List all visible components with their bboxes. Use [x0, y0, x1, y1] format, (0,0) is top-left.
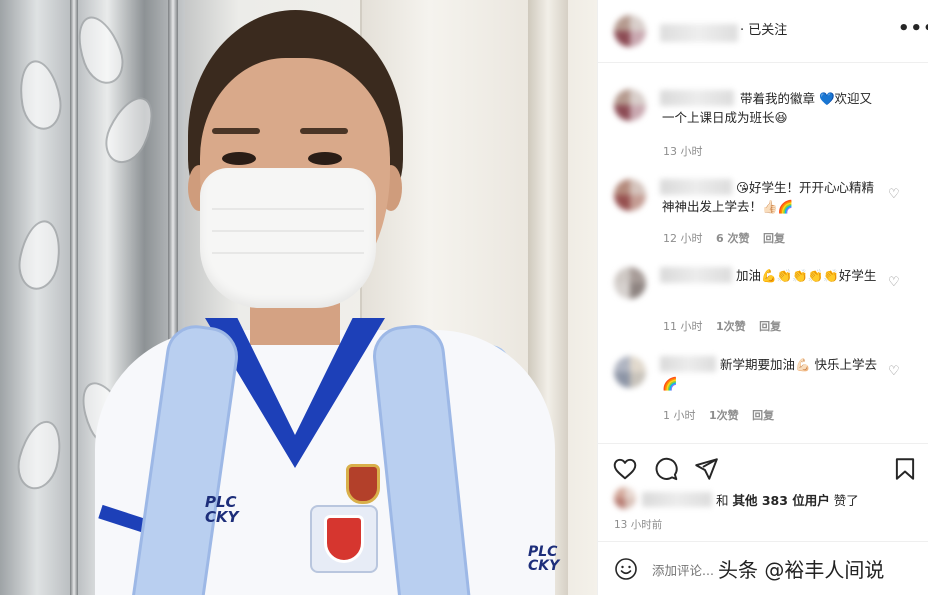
jersey-text-right: PLC CKY: [528, 544, 560, 574]
ellipsis-icon[interactable]: •••: [898, 18, 928, 39]
eye: [222, 152, 256, 165]
comment-icon[interactable]: [653, 456, 679, 482]
face-mask: [200, 168, 376, 308]
username-blurred[interactable]: [660, 24, 738, 42]
reply-button[interactable]: 回复: [763, 232, 785, 245]
comment-likes[interactable]: 1次赞: [716, 320, 746, 333]
comment-time: 11 小时: [663, 320, 703, 333]
eyebrow: [212, 128, 260, 134]
heart-icon[interactable]: ♡: [888, 276, 902, 290]
likes-conj: 和: [716, 493, 729, 508]
caption: 带着我的徽章 💙欢迎又一个上课日成为班长😆 13 小时: [598, 87, 928, 167]
comment-item: 加油💪👏👏👏👏好学生 ♡ 11 小时 1次赞 回复: [598, 264, 928, 342]
prefect-pin-badge: [346, 464, 380, 504]
mirror-frame: [70, 0, 78, 595]
comment-time: 13 小时: [663, 145, 703, 158]
comment-time: 12 小时: [663, 232, 703, 245]
comment-item: 新学期要加油💪🏻 快乐上学去🌈 ♡ 1 小时 1次赞 回复: [598, 353, 928, 431]
comment-likes[interactable]: 1次赞: [709, 409, 739, 422]
username-blurred[interactable]: [660, 179, 732, 195]
likes-summary: 和 其他 383 位用户 赞了: [598, 484, 928, 512]
avatar[interactable]: [614, 267, 646, 299]
username-blurred[interactable]: [642, 492, 712, 507]
comment-meta: 12 小时 6 次赞 回复: [663, 230, 785, 246]
post-timestamp: 13 小时前: [614, 519, 663, 531]
school-crest-badge: [310, 505, 378, 573]
likes-suffix: 赞了: [833, 493, 859, 508]
follow-status[interactable]: · 已关注: [740, 22, 787, 40]
avatar[interactable]: [614, 487, 636, 509]
smile-icon[interactable]: [614, 557, 638, 581]
likes-count[interactable]: 其他 383 位用户: [733, 493, 830, 508]
avatar[interactable]: [614, 15, 646, 47]
bookmark-icon[interactable]: [892, 456, 918, 482]
username-blurred[interactable]: [660, 267, 732, 283]
comment-composer: 头条 @裕丰人间说: [598, 541, 928, 595]
reply-button[interactable]: 回复: [759, 320, 781, 333]
username-blurred[interactable]: [660, 90, 734, 106]
reply-button[interactable]: 回复: [752, 409, 774, 422]
comment-meta: 11 小时 1次赞 回复: [663, 318, 781, 334]
post-side-panel: · 已关注 ••• 带着我的徽章 💙欢迎又一个上课日成为班长😆 13 小时 😘好…: [597, 0, 928, 595]
avatar[interactable]: [614, 356, 646, 388]
likes-text[interactable]: 和 其他 383 位用户 赞了: [716, 490, 859, 509]
comment-item: 😘好学生！开开心心精精神神出发上学去！👍🏻🌈 ♡ 12 小时 6 次赞 回复: [598, 176, 928, 254]
eye: [308, 152, 342, 165]
heart-icon[interactable]: ♡: [888, 365, 902, 379]
eyebrow: [300, 128, 348, 134]
comments-list: 带着我的徽章 💙欢迎又一个上课日成为班长😆 13 小时 😘好学生！开开心心精精神…: [598, 63, 928, 443]
post-header: · 已关注 •••: [598, 0, 928, 63]
comment-meta: 13 小时: [663, 143, 703, 159]
heart-icon[interactable]: [612, 456, 638, 482]
send-icon[interactable]: [693, 456, 719, 482]
avatar[interactable]: [614, 179, 646, 211]
comment-time: 1 小时: [663, 409, 696, 422]
post-photo: PLC CKY PLC CKY: [0, 0, 597, 595]
heart-icon[interactable]: ♡: [888, 188, 902, 202]
watermark: 头条 @裕丰人间说: [718, 558, 885, 582]
comment-likes[interactable]: 6 次赞: [716, 232, 749, 245]
jersey-text-left: PLC CKY: [205, 493, 239, 526]
username-blurred[interactable]: [660, 356, 716, 372]
avatar[interactable]: [614, 89, 646, 121]
comment-meta: 1 小时 1次赞 回复: [663, 407, 774, 423]
